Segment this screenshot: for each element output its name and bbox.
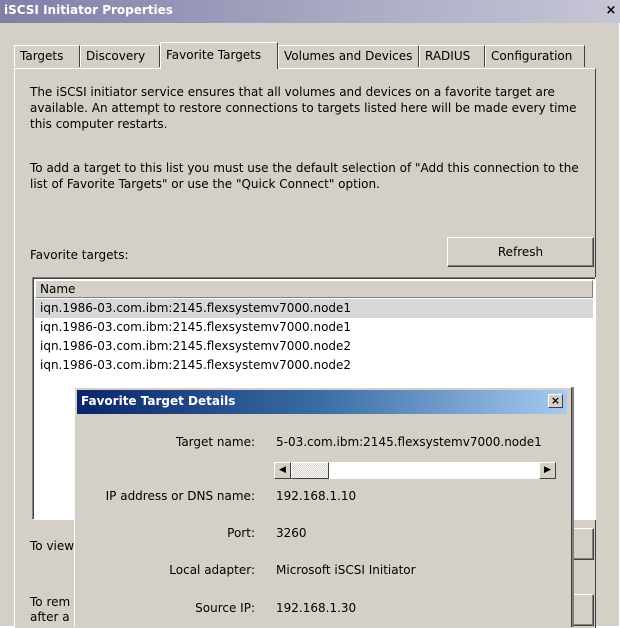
tab-radius[interactable]: RADIUS <box>419 45 485 67</box>
intro-text: The iSCSI initiator service ensures that… <box>30 85 577 131</box>
favorite-targets-label: Favorite targets: <box>30 248 129 262</box>
scrollbar-thumb[interactable] <box>291 462 329 479</box>
ip-address-label: IP address or DNS name: <box>105 489 255 503</box>
target-row[interactable]: iqn.1986-03.com.ibm:2145.flexsystemv7000… <box>35 337 593 356</box>
target-name-scrollbar[interactable]: ◀ ▶ <box>274 462 556 479</box>
tab-configuration[interactable]: Configuration <box>485 45 585 67</box>
refresh-button[interactable]: Refresh <box>447 237 594 267</box>
local-adapter-label: Local adapter: <box>169 563 255 577</box>
target-row[interactable]: iqn.1986-03.com.ibm:2145.flexsystemv7000… <box>35 299 593 318</box>
tab-discovery[interactable]: Discovery <box>80 45 160 67</box>
ip-address-value: 192.168.1.10 <box>276 489 357 503</box>
dialog-title: Favorite Target Details <box>81 394 236 408</box>
target-name-value: 5-03.com.ibm:2145.flexsystemv7000.node1 <box>276 435 542 449</box>
source-ip-value: 192.168.1.30 <box>276 601 357 615</box>
scroll-left-arrow-icon[interactable]: ◀ <box>274 462 291 479</box>
instructions-text: To add a target to this list you must us… <box>30 161 579 191</box>
tab-targets[interactable]: Targets <box>14 45 80 67</box>
source-ip-label: Source IP: <box>195 601 255 615</box>
port-value: 3260 <box>276 526 307 540</box>
local-adapter-value: Microsoft iSCSI Initiator <box>276 563 416 577</box>
port-label: Port: <box>227 526 255 540</box>
target-name-label: Target name: <box>175 435 255 449</box>
favorite-target-details-dialog: Favorite Target Details × Target name: 5… <box>74 387 572 627</box>
dialog-titlebar[interactable]: Favorite Target Details × <box>77 390 567 414</box>
tab-volumes-and-devices[interactable]: Volumes and Devices <box>278 45 419 67</box>
target-row[interactable]: iqn.1986-03.com.ibm:2145.flexsystemv7000… <box>35 356 593 375</box>
window-close-button[interactable]: × <box>604 4 618 18</box>
tab-favorite-targets[interactable]: Favorite Targets <box>160 42 278 69</box>
name-column-header[interactable]: Name <box>35 280 593 298</box>
scroll-right-arrow-icon[interactable]: ▶ <box>539 462 556 479</box>
window-title: iSCSI Initiator Properties <box>4 3 173 17</box>
iscsi-properties-window: iSCSI Initiator Properties × Targets Dis… <box>0 0 620 628</box>
window-titlebar[interactable]: iSCSI Initiator Properties × <box>0 0 620 23</box>
dialog-close-button[interactable]: × <box>548 394 563 408</box>
target-row[interactable]: iqn.1986-03.com.ibm:2145.flexsystemv7000… <box>35 318 593 337</box>
